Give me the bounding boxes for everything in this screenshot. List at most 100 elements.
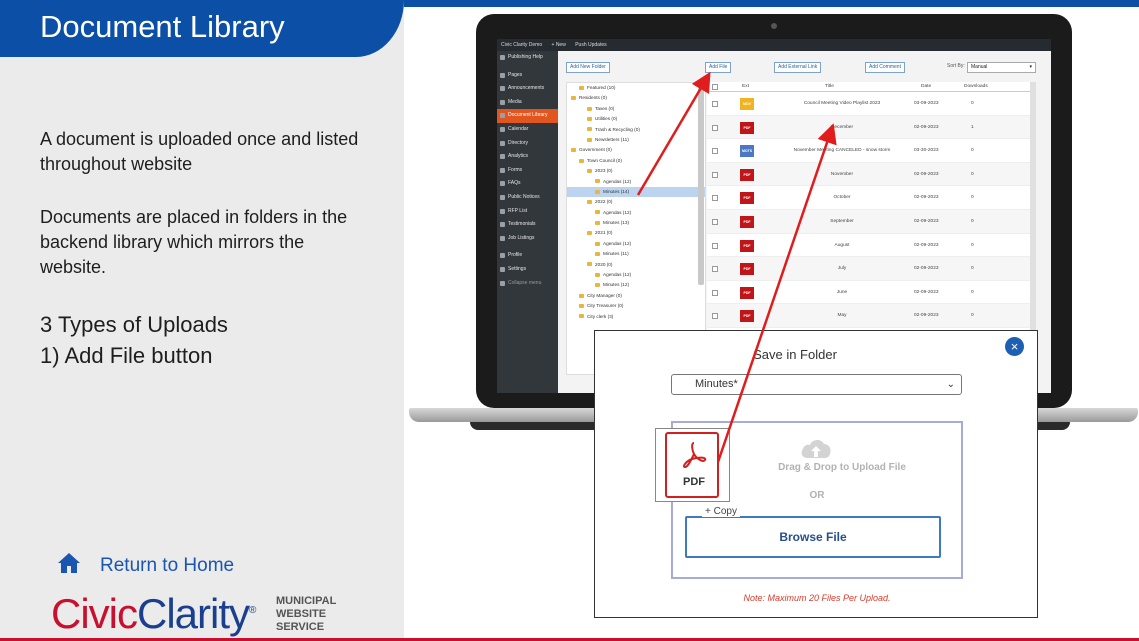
folder-tree-item[interactable]: City Treasurer (0): [567, 301, 705, 311]
return-home-link[interactable]: Return to Home: [100, 555, 234, 577]
sidebar-item[interactable]: Settings: [497, 263, 558, 277]
folder-tree-item[interactable]: Government (0): [567, 145, 705, 155]
sidebar-item[interactable]: Announcements: [497, 82, 558, 96]
folder-tree-item[interactable]: City clerk (3): [567, 312, 705, 322]
sidebar-item[interactable]: Testimonials: [497, 218, 558, 232]
folder-label: Taxes (0): [595, 105, 615, 111]
add-external-link-button[interactable]: Add External Link: [774, 62, 822, 73]
sidebar-item[interactable]: Public Notices: [497, 191, 558, 205]
row-checkbox[interactable]: [712, 242, 718, 249]
folder-tree-scrollbar[interactable]: [698, 85, 704, 285]
table-row[interactable]: MOTS November Meeting CANCELED - snow sto…: [707, 139, 1033, 163]
folder-tree-item[interactable]: Residents (0): [567, 93, 705, 103]
add-comment-button[interactable]: Add Comment: [865, 62, 905, 73]
col-title[interactable]: Title: [825, 82, 834, 92]
row-checkbox[interactable]: [712, 124, 718, 131]
home-icon[interactable]: [57, 551, 81, 575]
sidebar-item[interactable]: RFP List: [497, 205, 558, 219]
folder-tree-item[interactable]: Taxes (0): [567, 104, 705, 114]
table-row[interactable]: PDF October 02-09-2023 0: [707, 186, 1033, 210]
row-title[interactable]: August: [767, 234, 917, 258]
sort-by-select[interactable]: Manual ▾: [967, 62, 1036, 73]
close-icon[interactable]: ×: [1005, 337, 1024, 356]
folder-tree-item[interactable]: Agendas (12): [567, 177, 705, 187]
folder-tree-item[interactable]: City Manager (0): [567, 291, 705, 301]
sidebar-item[interactable]: Forms: [497, 164, 558, 178]
folder-icon: [587, 262, 592, 267]
row-title[interactable]: October: [767, 186, 917, 210]
col-date[interactable]: Date: [921, 82, 931, 92]
row-title[interactable]: June: [767, 281, 917, 305]
add-file-button[interactable]: Add File: [705, 62, 732, 73]
table-row[interactable]: PDF July 02-09-2023 0: [707, 257, 1033, 281]
sidebar-item[interactable]: Directory: [497, 137, 558, 151]
table-row[interactable]: PDF November 02-09-2023 0: [707, 162, 1033, 187]
sidebar-item[interactable]: Profile: [497, 249, 558, 263]
select-all-checkbox[interactable]: [712, 84, 718, 90]
row-checkbox[interactable]: [712, 313, 718, 320]
upload-types-heading: 3 Types of Uploads: [40, 312, 228, 337]
admin-bar-site[interactable]: Civic Clarity Demo: [501, 42, 542, 48]
documents-scrollbar[interactable]: [1030, 82, 1036, 372]
row-checkbox[interactable]: [712, 148, 718, 155]
folder-tree-item[interactable]: Minutes (13): [567, 218, 705, 228]
pdf-file-icon[interactable]: PDF: [655, 428, 730, 502]
sidebar-item[interactable]: Calendar: [497, 123, 558, 137]
row-title[interactable]: November Meeting CANCELED - snow storm: [767, 139, 917, 163]
col-ext[interactable]: Ext: [742, 82, 749, 92]
folder-tree-item[interactable]: Minutes (11): [567, 249, 705, 259]
folder-icon: [579, 303, 584, 308]
table-row[interactable]: PDF June 02-09-2023 0: [707, 281, 1033, 305]
folder-tree-item[interactable]: 2023 (0): [567, 166, 705, 176]
row-title[interactable]: July: [767, 257, 917, 281]
folder-tree-item[interactable]: Town Council (0): [567, 156, 705, 166]
admin-bar-new[interactable]: + New: [552, 42, 566, 48]
row-title[interactable]: December: [767, 116, 917, 140]
sidebar-item[interactable]: Job Listings: [497, 232, 558, 246]
row-title[interactable]: Council Meeting Video Playlist 2023: [767, 92, 917, 116]
row-checkbox[interactable]: [712, 195, 718, 202]
sidebar-item[interactable]: Analytics: [497, 150, 558, 164]
camera-dot: [771, 23, 777, 29]
folder-tree-item[interactable]: Agendas (12): [567, 208, 705, 218]
row-title[interactable]: November: [767, 163, 917, 187]
add-folder-button[interactable]: Add New Folder: [566, 62, 610, 73]
folder-tree-item[interactable]: Minutes (12): [567, 280, 705, 290]
table-row[interactable]: MOV Council Meeting Video Playlist 2023 03…: [707, 92, 1033, 116]
sidebar-item[interactable]: Collapse menu: [497, 277, 558, 291]
sidebar-item[interactable]: Media: [497, 96, 558, 110]
folder-tree-item[interactable]: Minutes (14): [567, 186, 705, 198]
sidebar-item[interactable]: Pages: [497, 69, 558, 83]
row-checkbox[interactable]: [712, 218, 718, 225]
admin-bar-push[interactable]: Push Updates: [575, 42, 606, 48]
row-title[interactable]: May: [767, 304, 917, 328]
folder-tree-item[interactable]: 2021 (0): [567, 228, 705, 238]
tagline-line-3: SERVICE: [276, 621, 325, 633]
sidebar-item[interactable]: Publishing Help: [497, 51, 558, 65]
folder-tree-item[interactable]: Featured (10): [567, 83, 705, 93]
sidebar-item[interactable]: Document Library: [497, 109, 558, 123]
col-downloads[interactable]: Downloads: [964, 82, 988, 92]
row-date: 02-09-2023: [914, 242, 939, 248]
folder-tree-item[interactable]: Agendas (12): [567, 270, 705, 280]
folder-tree-item[interactable]: Agendas (12): [567, 239, 705, 249]
table-row[interactable]: PDF December 02-09-2023 1: [707, 115, 1033, 140]
row-checkbox[interactable]: [712, 289, 718, 296]
file-type-icon: PDF: [740, 286, 754, 299]
row-checkbox[interactable]: [712, 171, 718, 178]
folder-tree-item[interactable]: Trash & Recycling (0): [567, 125, 705, 135]
row-title[interactable]: September: [767, 210, 917, 234]
sidebar-item[interactable]: FAQs: [497, 177, 558, 191]
row-checkbox[interactable]: [712, 266, 718, 273]
file-type-icon: MOTS: [740, 145, 754, 158]
browse-file-button[interactable]: Browse File: [685, 516, 941, 558]
table-row[interactable]: PDF August 02-09-2023 0: [707, 234, 1033, 258]
table-row[interactable]: PDF September 02-09-2023 0: [707, 209, 1033, 234]
folder-tree-item[interactable]: Utilities (0): [567, 114, 705, 124]
folder-tree-item[interactable]: Newsletters (11): [567, 135, 705, 145]
row-checkbox[interactable]: [712, 101, 718, 107]
folder-tree-item[interactable]: 2020 (0): [567, 260, 705, 270]
table-row[interactable]: PDF May 02-09-2023 0: [707, 304, 1033, 328]
folder-select[interactable]: Minutes* ⌄: [671, 374, 962, 395]
folder-tree-item[interactable]: 2022 (0): [567, 197, 705, 207]
